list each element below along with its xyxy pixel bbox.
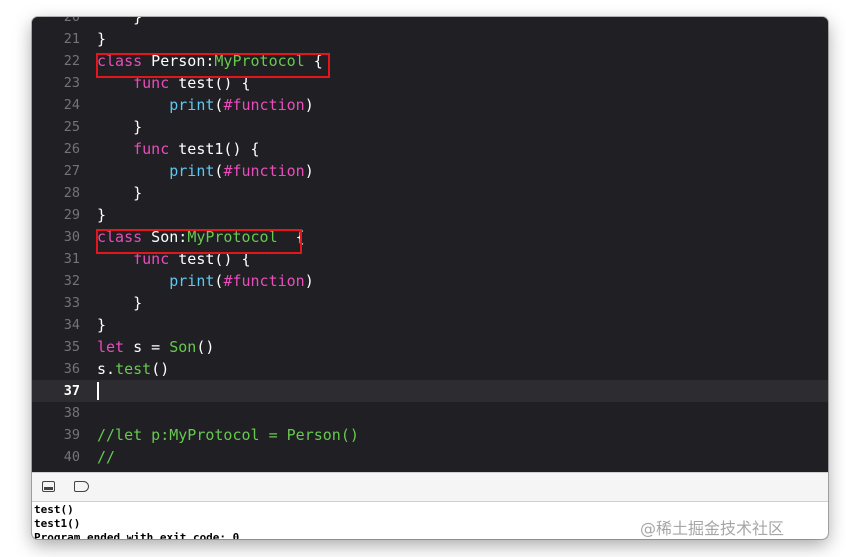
code-line[interactable]: 34} [32, 314, 828, 336]
code-token: ) [304, 96, 314, 114]
line-number: 21 [63, 31, 80, 47]
code-token: #function [223, 96, 305, 114]
code-token: () [151, 360, 170, 378]
code-token: } [97, 206, 107, 224]
code-line[interactable]: 38 [32, 402, 828, 424]
line-number: 27 [63, 163, 80, 179]
code-token: } [97, 17, 143, 26]
line-number: 36 [63, 361, 80, 377]
code-line[interactable]: 40 // [32, 446, 828, 468]
line-number: 38 [63, 405, 80, 421]
code-line[interactable]: 32 print(#function) [32, 270, 828, 292]
line-number: 28 [63, 185, 80, 201]
console-output-line: test1() [34, 517, 81, 530]
console-output-line: Program ended with exit code: 0 [34, 531, 240, 539]
code-token: test [115, 360, 152, 378]
code-line[interactable]: 26 func test1() { [32, 138, 828, 160]
console-output-line: test() [34, 503, 74, 516]
line-number: 40 [63, 449, 80, 465]
code-line[interactable]: 39 //let p:MyProtocol = Person() [32, 424, 828, 446]
line-number: 29 [63, 207, 80, 223]
code-token: ) [304, 272, 314, 290]
code-text: print(#function) [97, 160, 314, 182]
code-text: s.test() [97, 358, 169, 380]
line-number: 37 [63, 383, 80, 399]
code-token: Son [169, 338, 197, 356]
code-line[interactable]: 37 [32, 380, 828, 402]
code-token: print [169, 272, 215, 290]
code-line[interactable]: 24 print(#function) [32, 94, 828, 116]
line-number: 25 [63, 119, 80, 135]
code-line[interactable]: 21} [32, 28, 828, 50]
text-caret [97, 382, 99, 400]
highlight-box-son-class [96, 229, 302, 254]
line-number: 39 [63, 427, 80, 443]
code-token: s = [124, 338, 170, 356]
code-line[interactable]: 28 } [32, 182, 828, 204]
code-token: #function [223, 272, 305, 290]
code-token: print [169, 162, 215, 180]
line-number: 34 [63, 317, 80, 333]
line-number: 22 [63, 53, 80, 69]
code-token: func [133, 140, 170, 158]
code-text: //let p:MyProtocol = Person() [97, 424, 359, 446]
code-text: // [97, 446, 115, 468]
line-number: 35 [63, 339, 80, 355]
code-line[interactable]: 35 let s = Son() [32, 336, 828, 358]
code-text: } [97, 28, 106, 50]
code-line[interactable]: 25 } [32, 116, 828, 138]
code-text: } [97, 292, 142, 314]
code-text: print(#function) [97, 270, 314, 292]
code-text: } [97, 204, 106, 226]
code-text: } [97, 182, 142, 204]
code-text: } [97, 314, 106, 336]
code-token: #function [223, 162, 305, 180]
code-token: () [196, 338, 215, 356]
line-number: 33 [63, 295, 80, 311]
code-token: } [97, 118, 143, 136]
line-number: 30 [63, 229, 80, 245]
code-token: // [97, 448, 116, 466]
code-token: s. [97, 360, 116, 378]
line-number: 31 [63, 251, 80, 267]
code-line[interactable]: 33 } [32, 292, 828, 314]
code-token: print [169, 96, 215, 114]
code-line[interactable]: 29} [32, 204, 828, 226]
line-number: 32 [63, 273, 80, 289]
code-line[interactable]: 36 s.test() [32, 358, 828, 380]
line-number: 20 [63, 17, 80, 25]
xcode-window: 20 } 21} 22 class Person:MyProtocol {23 fun… [32, 17, 828, 539]
watermark-text: @稀土掘金技术社区 [640, 519, 785, 538]
code-token: test1() { [169, 140, 260, 158]
code-text: } [97, 116, 142, 138]
console-panel-icon[interactable] [42, 481, 55, 492]
code-token: } [97, 294, 143, 312]
code-token: ) [304, 162, 314, 180]
code-token: } [97, 184, 143, 202]
code-text: } [97, 17, 142, 28]
code-text: print(#function) [97, 94, 314, 116]
code-token: } [97, 316, 107, 334]
debug-toolbar [32, 472, 828, 502]
code-token: let [97, 338, 125, 356]
highlight-box-person-class [96, 53, 330, 78]
line-number: 23 [63, 75, 80, 91]
code-text: func test1() { [97, 138, 260, 160]
code-text: let s = Son() [97, 336, 214, 358]
code-token: } [97, 30, 107, 48]
code-line[interactable]: 20 } [32, 17, 828, 28]
breakpoint-tag-icon[interactable] [74, 481, 89, 492]
code-line[interactable]: 27 print(#function) [32, 160, 828, 182]
line-number: 24 [63, 97, 80, 113]
line-number: 26 [63, 141, 80, 157]
code-token: //let p:MyProtocol = Person() [97, 426, 359, 444]
